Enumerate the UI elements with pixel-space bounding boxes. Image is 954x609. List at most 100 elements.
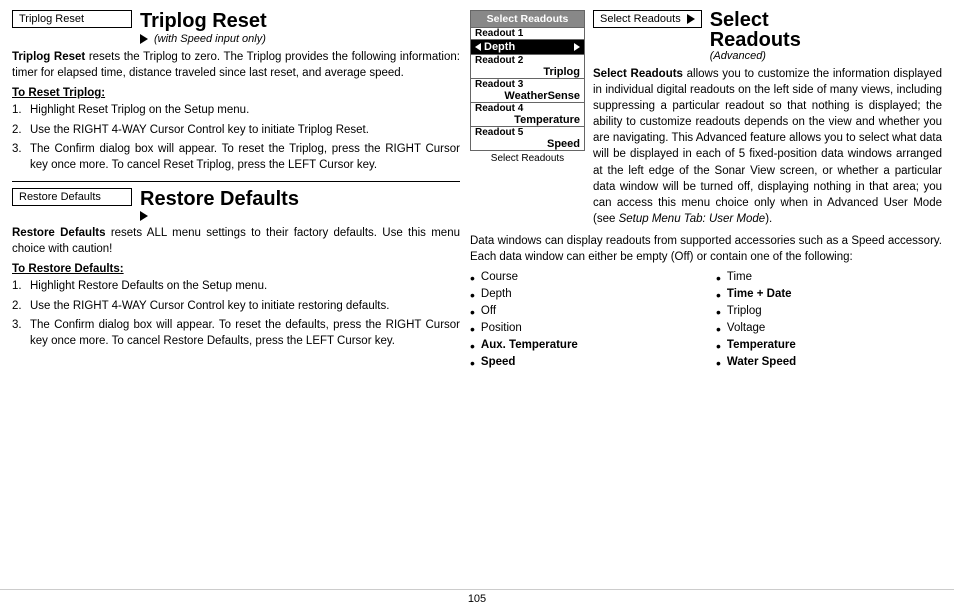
- triplog-steps-list: 1.Highlight Reset Triplog on the Setup m…: [12, 103, 460, 173]
- select-readouts-title-line1: Select: [710, 10, 801, 30]
- triplog-reset-header: Triplog Reset Triplog Reset (with Speed …: [12, 10, 460, 45]
- bullet-course: • Course: [470, 271, 696, 285]
- restore-step-1: 1.Highlight Restore Defaults on the Setu…: [12, 279, 460, 295]
- bullet-dot-depth: •: [470, 288, 475, 302]
- select-readouts-desc-text: allows you to customize the information …: [593, 68, 942, 225]
- data-windows-intro: Data windows can display readouts from s…: [470, 233, 942, 265]
- page-footer: 105: [0, 589, 954, 609]
- bullet-position-text: Position: [481, 322, 522, 334]
- restore-step-2-text: Use the RIGHT 4-WAY Cursor Control key t…: [30, 299, 389, 315]
- depth-row-inner: Depth: [475, 41, 580, 53]
- bullet-water-speed-text: Water Speed: [727, 356, 796, 368]
- bullet-speed-text: Speed: [481, 356, 516, 368]
- triplog-reset-intro: Triplog Reset resets the Triplog to zero…: [12, 49, 460, 81]
- bullet-aux-temp-text: Aux. Temperature: [481, 339, 578, 351]
- depth-arrow-right-icon: [574, 43, 580, 51]
- triplog-step-1: 1.Highlight Reset Triplog on the Setup m…: [12, 103, 460, 119]
- triplog-reset-subtitle: (with Speed input only): [154, 33, 266, 45]
- readouts-menu-panel: Select Readouts Readout 1 Depth: [470, 10, 585, 227]
- readout-3-label: Readout 3: [475, 79, 580, 90]
- readout-4-value: Temperature: [475, 114, 580, 126]
- select-readouts-menu-box: Select Readouts: [593, 10, 702, 28]
- readout-5-label: Readout 5: [475, 127, 580, 138]
- restore-defaults-intro: Restore Defaults resets ALL menu setting…: [12, 225, 460, 257]
- to-restore-defaults-heading: To Restore Defaults:: [12, 263, 460, 275]
- triplog-step-1-text: Highlight Reset Triplog on the Setup men…: [30, 103, 249, 119]
- bullet-dot-position: •: [470, 322, 475, 336]
- bullet-lists: • Course • Depth • Off • Position: [470, 271, 942, 373]
- restore-steps-list: 1.Highlight Restore Defaults on the Setu…: [12, 279, 460, 349]
- readout-5-value: Speed: [475, 138, 580, 150]
- page-number: 105: [468, 593, 486, 605]
- triplog-step-2: 2.Use the RIGHT 4-WAY Cursor Control key…: [12, 123, 460, 139]
- select-readouts-title-row: Select Readouts Select Readouts (Advance…: [593, 10, 942, 62]
- bullet-depth-text: Depth: [481, 288, 512, 300]
- bullet-dot-temperature: •: [716, 339, 721, 353]
- restore-step-3-text: The Confirm dialog box will appear. To r…: [30, 318, 460, 349]
- readout-2-row: Readout 2 Triplog: [470, 54, 585, 78]
- triplog-reset-title-block: Triplog Reset (with Speed input only): [140, 10, 267, 45]
- content-area: Triplog Reset Triplog Reset (with Speed …: [0, 0, 954, 589]
- bullet-dot-course: •: [470, 271, 475, 285]
- depth-arrow-left-icon: [475, 43, 481, 51]
- readout-3-row: Readout 3 WeatherSense: [470, 78, 585, 102]
- bullet-triplog: • Triplog: [716, 305, 942, 319]
- bullet-off: • Off: [470, 305, 696, 319]
- restore-defaults-menu-label: Restore Defaults: [19, 191, 101, 203]
- page: Triplog Reset Triplog Reset (with Speed …: [0, 0, 954, 609]
- triplog-step-3: 3.The Confirm dialog box will appear. To…: [12, 142, 460, 173]
- bullet-dot-off: •: [470, 305, 475, 319]
- select-readouts-desc-bold: Select Readouts: [593, 68, 683, 80]
- bullet-dot-voltage: •: [716, 322, 721, 336]
- bullet-time: • Time: [716, 271, 942, 285]
- readout-1-row: Readout 1: [470, 27, 585, 39]
- select-readouts-description: Select Readouts allows you to customize …: [593, 66, 942, 227]
- triplog-step-2-text: Use the RIGHT 4-WAY Cursor Control key t…: [30, 123, 369, 139]
- bullet-voltage-text: Voltage: [727, 322, 765, 334]
- select-readouts-desc-italic: Setup Menu Tab: User Mode: [619, 213, 766, 225]
- bullet-speed: • Speed: [470, 356, 696, 370]
- restore-step-1-text: Highlight Restore Defaults on the Setup …: [30, 279, 267, 295]
- select-readouts-top: Select Readouts Readout 1 Depth: [470, 10, 942, 227]
- triplog-reset-title: Triplog Reset: [140, 10, 267, 33]
- bullet-water-speed: • Water Speed: [716, 356, 942, 370]
- bullet-dot-triplog: •: [716, 305, 721, 319]
- select-readouts-advanced: (Advanced): [710, 50, 801, 62]
- bullet-dot-speed: •: [470, 356, 475, 370]
- select-readouts-text-block: Select Readouts (Advanced): [710, 10, 801, 62]
- bullet-depth: • Depth: [470, 288, 696, 302]
- bullet-time-text: Time: [727, 271, 752, 283]
- readouts-panel-caption: Select Readouts: [470, 153, 585, 164]
- bullet-time-date-text: Time + Date: [727, 288, 792, 300]
- select-readouts-arrow-icon: [687, 14, 695, 24]
- readout-1-label: Readout 1: [475, 28, 580, 39]
- triplog-step-3-text: The Confirm dialog box will appear. To r…: [30, 142, 460, 173]
- triplog-reset-menu-label: Triplog Reset: [19, 13, 84, 25]
- bullet-aux-temp: • Aux. Temperature: [470, 339, 696, 353]
- readout-4-row: Readout 4 Temperature: [470, 102, 585, 126]
- restore-defaults-menu-box: Restore Defaults: [12, 188, 132, 206]
- select-readouts-title-line2: Readouts: [710, 30, 801, 50]
- triplog-reset-menu-box: Triplog Reset: [12, 10, 132, 28]
- restore-defaults-title-block: Restore Defaults: [140, 188, 299, 221]
- select-readouts-menu-label: Select Readouts: [600, 13, 681, 25]
- restore-defaults-intro-bold: Restore Defaults: [12, 227, 106, 239]
- bullet-dot-water-speed: •: [716, 356, 721, 370]
- restore-step-2: 2.Use the RIGHT 4-WAY Cursor Control key…: [12, 299, 460, 315]
- depth-row: Depth: [470, 39, 585, 54]
- divider-1: [12, 181, 460, 182]
- restore-defaults-title: Restore Defaults: [140, 188, 299, 210]
- bullet-triplog-text: Triplog: [727, 305, 762, 317]
- readout-2-label: Readout 2: [475, 55, 580, 66]
- bullet-col-right: • Time • Time + Date • Triplog • Voltage: [716, 271, 942, 373]
- bullet-off-text: Off: [481, 305, 496, 317]
- depth-label: Depth: [484, 41, 515, 53]
- select-readouts-title-section: Select Readouts Select Readouts (Advance…: [593, 10, 942, 227]
- triplog-reset-intro-bold: Triplog Reset: [12, 51, 85, 63]
- bullet-temperature: • Temperature: [716, 339, 942, 353]
- to-reset-triplog-heading: To Reset Triplog:: [12, 87, 460, 99]
- readout-2-value: Triplog: [475, 66, 580, 78]
- bullet-col-left: • Course • Depth • Off • Position: [470, 271, 696, 373]
- bullet-dot-time: •: [716, 271, 721, 285]
- right-column: Select Readouts Readout 1 Depth: [470, 10, 942, 583]
